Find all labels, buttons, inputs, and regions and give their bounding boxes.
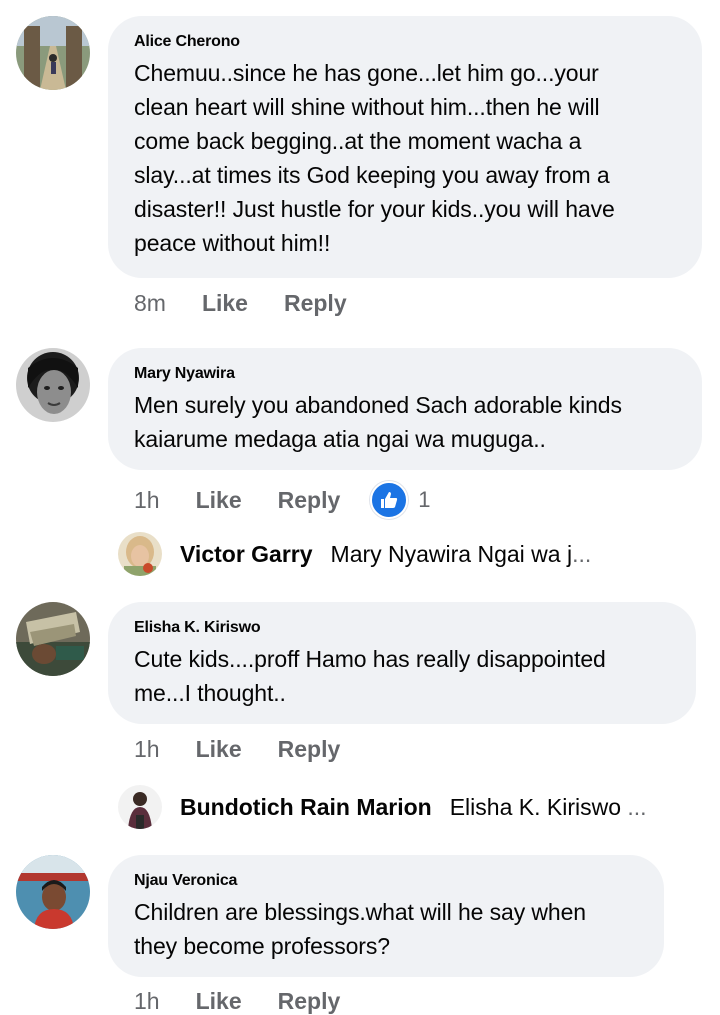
comment-author[interactable]: Njau Veronica <box>134 871 638 891</box>
like-button[interactable]: Like <box>196 487 242 514</box>
comment-author[interactable]: Alice Cherono <box>134 32 676 52</box>
avatar[interactable] <box>118 532 162 576</box>
reply-preview[interactable]: Victor Garry Mary Nyawira Ngai wa j... <box>118 532 591 576</box>
thumbs-up-icon <box>370 481 409 519</box>
reaction-summary[interactable]: 1 <box>370 481 431 519</box>
avatar[interactable] <box>16 602 90 676</box>
comment-author[interactable]: Mary Nyawira <box>134 364 676 384</box>
avatar[interactable] <box>16 16 90 90</box>
comment-text: Cute kids....proff Hamo has really disap… <box>134 646 606 706</box>
reply-snippet: Elisha K. Kiriswo ... <box>450 794 647 821</box>
reply-button[interactable]: Reply <box>284 290 347 317</box>
comment-bubble: Njau Veronica Children are blessings.wha… <box>108 855 664 977</box>
reply-ellipsis: ... <box>572 540 592 567</box>
comment-text: Men surely you abandoned Sach adorable k… <box>134 392 622 452</box>
like-button[interactable]: Like <box>196 736 242 763</box>
reply-snippet: Mary Nyawira Ngai wa j... <box>331 541 592 568</box>
comment-bubble: Mary Nyawira Men surely you abandoned Sa… <box>108 348 702 470</box>
comment-text: Children are blessings.what will he say … <box>134 899 586 959</box>
comment-actions: 8m Like Reply <box>134 290 383 317</box>
reply-preview[interactable]: Bundotich Rain Marion Elisha K. Kiriswo … <box>118 785 647 829</box>
reaction-count: 1 <box>418 487 431 512</box>
reply-author[interactable]: Victor Garry <box>180 541 313 568</box>
reply-author[interactable]: Bundotich Rain Marion <box>180 794 432 821</box>
comment-actions: 1h Like Reply 1 <box>134 481 431 519</box>
comment-time[interactable]: 8m <box>134 290 166 317</box>
comment-time[interactable]: 1h <box>134 736 160 763</box>
comment-bubble: Elisha K. Kiriswo Cute kids....proff Ham… <box>108 602 696 724</box>
reply-ellipsis: ... <box>627 793 647 820</box>
comment-time[interactable]: 1h <box>134 487 160 514</box>
reply-snippet-text: Elisha K. Kiriswo <box>449 793 628 820</box>
comment-text: Chemuu..since he has gone...let him go..… <box>134 60 615 256</box>
avatar[interactable] <box>16 348 90 422</box>
reply-snippet-text: Mary Nyawira Ngai wa j <box>330 540 573 567</box>
reply-button[interactable]: Reply <box>278 736 341 763</box>
avatar[interactable] <box>16 855 90 929</box>
comment-bubble: Alice Cherono Chemuu..since he has gone.… <box>108 16 702 278</box>
reply-button[interactable]: Reply <box>278 487 341 514</box>
comment-author[interactable]: Elisha K. Kiriswo <box>134 618 670 638</box>
avatar[interactable] <box>118 785 162 829</box>
comment-actions: 1h Like Reply <box>134 736 376 763</box>
like-button[interactable]: Like <box>202 290 248 317</box>
